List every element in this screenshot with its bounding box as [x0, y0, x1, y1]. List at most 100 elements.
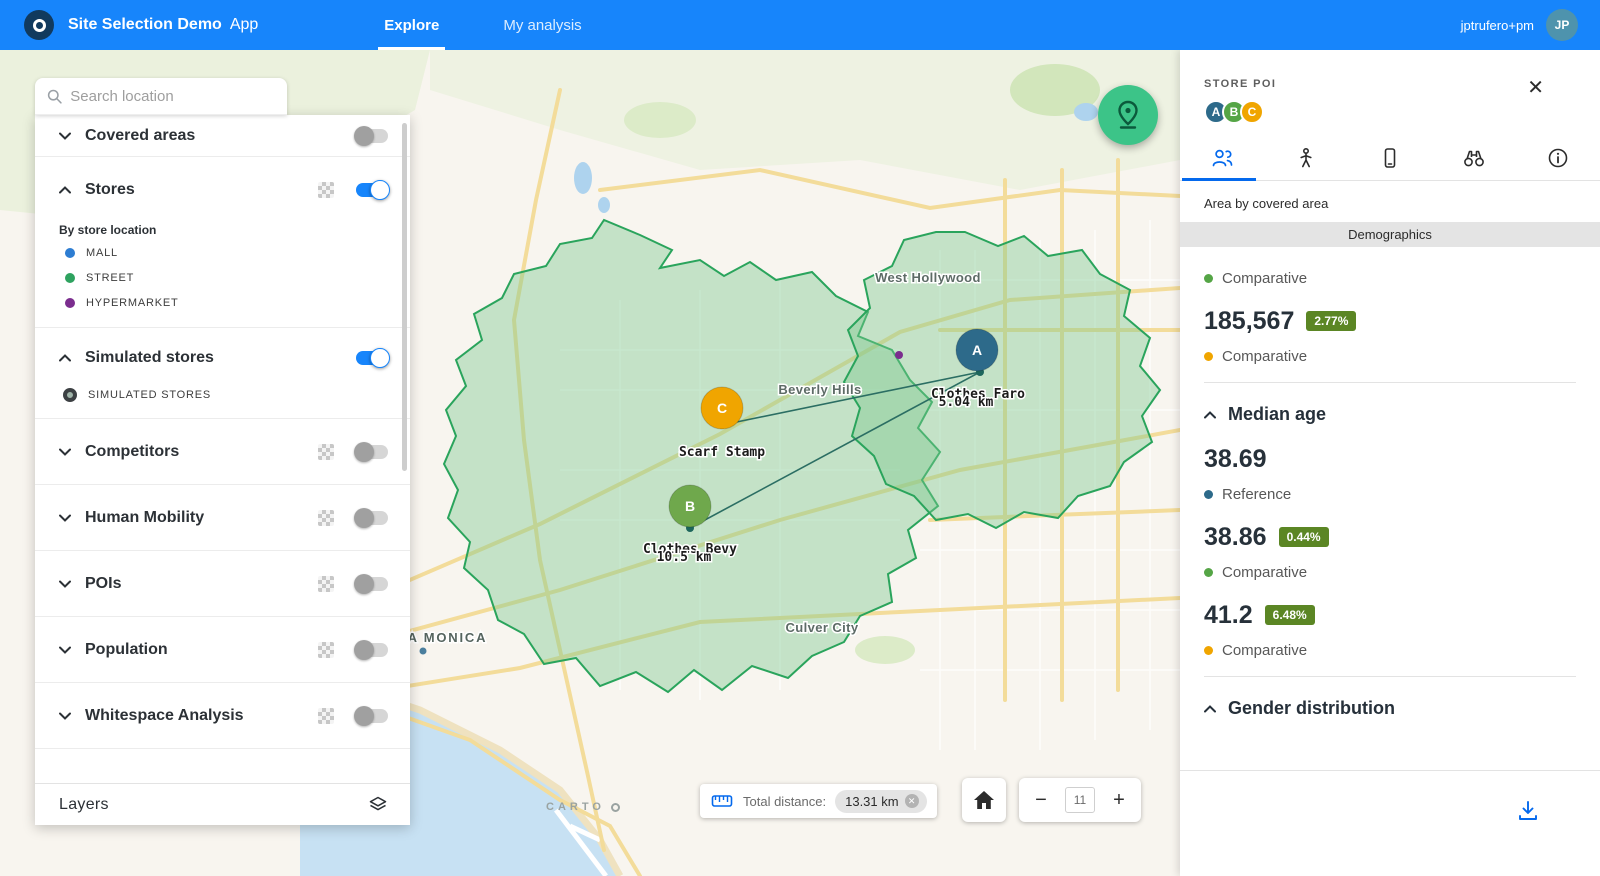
tab-info[interactable]	[1516, 136, 1600, 180]
tab-my-analysis[interactable]: My analysis	[497, 0, 587, 50]
median-age-section-header[interactable]: Median age	[1204, 404, 1576, 425]
avatar[interactable]: JP	[1546, 9, 1578, 41]
clear-distance-icon[interactable]: ✕	[905, 794, 919, 808]
divider	[1204, 676, 1576, 677]
tab-demographics[interactable]	[1180, 136, 1264, 180]
hypermarket-dot-icon	[65, 298, 75, 308]
chevron-up-icon	[59, 354, 71, 362]
svg-text:C: C	[717, 400, 727, 416]
chevron-up-icon	[1204, 705, 1216, 713]
city-label-beverly-hills: Beverly Hills	[778, 382, 861, 397]
pois-opacity-icon[interactable]	[318, 576, 334, 592]
sidebar-item-human-mobility[interactable]: Human Mobility	[35, 485, 410, 551]
ruler-icon[interactable]	[710, 789, 734, 813]
competitors-toggle[interactable]	[356, 445, 388, 459]
sidebar-item-whitespace-analysis[interactable]: Whitespace Analysis	[35, 683, 410, 749]
comparative-row: Comparative	[1204, 642, 1576, 659]
sidebar-item-stores[interactable]: Stores	[35, 157, 410, 223]
marker-a[interactable]: A	[956, 329, 998, 371]
app-title-suffix: App	[230, 16, 258, 34]
sidebar-item-competitors[interactable]: Competitors	[35, 419, 410, 485]
add-simulated-store-button[interactable]	[1098, 85, 1158, 145]
sidebar-item-pois[interactable]: POIs	[35, 551, 410, 617]
legend-item-simulated: SIMULATED STORES	[63, 388, 410, 402]
panel-footer	[1180, 770, 1600, 876]
marker-b[interactable]: B	[669, 485, 711, 527]
search-input[interactable]	[70, 88, 275, 105]
chevron-down-icon	[59, 712, 71, 720]
layers-footer[interactable]: Layers	[35, 783, 410, 825]
download-icon	[1516, 799, 1540, 823]
median-age-reference-row: 38.69	[1204, 445, 1576, 473]
comp1-badge: 0.44%	[1279, 527, 1329, 547]
marker-c[interactable]: C	[701, 387, 743, 429]
stores-opacity-icon[interactable]	[318, 182, 334, 198]
comp1-value: 38.86	[1204, 523, 1267, 551]
sidebar-scrollbar[interactable]	[402, 123, 407, 471]
gender-distribution-section-header[interactable]: Gender distribution	[1204, 698, 1576, 719]
total-distance-widget: Total distance: 13.31 km ✕	[700, 784, 937, 818]
panel-body: Comparative 185,567 2.77% Comparative Me…	[1180, 247, 1600, 719]
people-icon	[1210, 147, 1234, 169]
layers-icon	[368, 795, 388, 815]
top-navbar: Site Selection Demo App Explore My analy…	[0, 0, 1600, 50]
total-distance-chip: 13.31 km ✕	[835, 790, 926, 813]
whitespace-toggle[interactable]	[356, 709, 388, 723]
green-dot-icon	[1204, 274, 1213, 283]
map-park	[624, 102, 696, 138]
city-label-culver-city: Culver City	[785, 620, 858, 635]
covered-areas-toggle[interactable]	[356, 129, 388, 143]
simulated-stores-toggle[interactable]	[356, 351, 388, 365]
demographics-header: Demographics	[1180, 222, 1600, 247]
chevron-down-icon	[59, 448, 71, 456]
sidebar-item-population[interactable]: Population	[35, 617, 410, 683]
zoom-out-button[interactable]: −	[1031, 789, 1051, 812]
reference-row: Reference	[1204, 486, 1576, 503]
carto-logo-dot	[611, 803, 620, 812]
mobile-phone-icon	[1379, 147, 1401, 169]
human-mobility-opacity-icon[interactable]	[318, 510, 334, 526]
navbar-right: jptrufero+pm JP	[1461, 9, 1600, 41]
app-logo-icon	[24, 10, 54, 40]
legend-item-street: STREET	[65, 272, 410, 284]
blue-dot-icon	[1204, 490, 1213, 499]
population-opacity-icon[interactable]	[318, 642, 334, 658]
sidebar-block-simulated-stores: Simulated stores SIMULATED STORES	[35, 328, 410, 419]
map-reservoir	[574, 162, 592, 194]
map-pin-icon	[1115, 100, 1141, 130]
median-age-comp1-row: 38.86 0.44%	[1204, 523, 1576, 551]
home-button[interactable]	[962, 778, 1006, 822]
population-toggle[interactable]	[356, 643, 388, 657]
comparative-row: Comparative	[1204, 270, 1576, 287]
tab-scout[interactable]	[1432, 136, 1516, 180]
tab-foot-traffic[interactable]	[1264, 136, 1348, 180]
tab-mobile-data[interactable]	[1348, 136, 1432, 180]
sidebar-item-simulated-stores[interactable]: Simulated stores	[35, 328, 410, 388]
whitespace-opacity-icon[interactable]	[318, 708, 334, 724]
pois-toggle[interactable]	[356, 577, 388, 591]
home-icon	[973, 790, 995, 810]
mall-dot-icon	[65, 248, 75, 258]
green-dot-icon	[1204, 568, 1213, 577]
svg-text:A: A	[972, 342, 982, 358]
human-mobility-toggle[interactable]	[356, 511, 388, 525]
zoom-level-indicator[interactable]: 11	[1065, 787, 1095, 813]
hypermarket-store-dot[interactable]	[895, 351, 903, 359]
sidebar-item-covered-areas[interactable]: Covered areas	[35, 115, 410, 157]
competitors-opacity-icon[interactable]	[318, 444, 334, 460]
comp2-badge: 6.48%	[1265, 605, 1315, 625]
close-icon[interactable]: ✕	[1527, 78, 1544, 98]
tab-explore[interactable]: Explore	[378, 0, 445, 50]
stores-toggle[interactable]	[356, 183, 388, 197]
zoom-in-button[interactable]: +	[1109, 789, 1129, 812]
store-chip-c[interactable]: C	[1240, 100, 1264, 124]
chevron-down-icon	[59, 646, 71, 654]
comparative-row: Comparative	[1204, 564, 1576, 581]
download-button[interactable]	[1516, 799, 1540, 828]
comparative-row: Comparative	[1204, 348, 1576, 365]
area-selector[interactable]: Area by covered area	[1180, 181, 1600, 222]
nav-tabs: Explore My analysis	[378, 0, 639, 50]
map-reservoir	[598, 197, 610, 213]
store-poi-panel: STORE POI ✕ A B C	[1180, 50, 1600, 876]
binoculars-icon	[1462, 147, 1486, 169]
